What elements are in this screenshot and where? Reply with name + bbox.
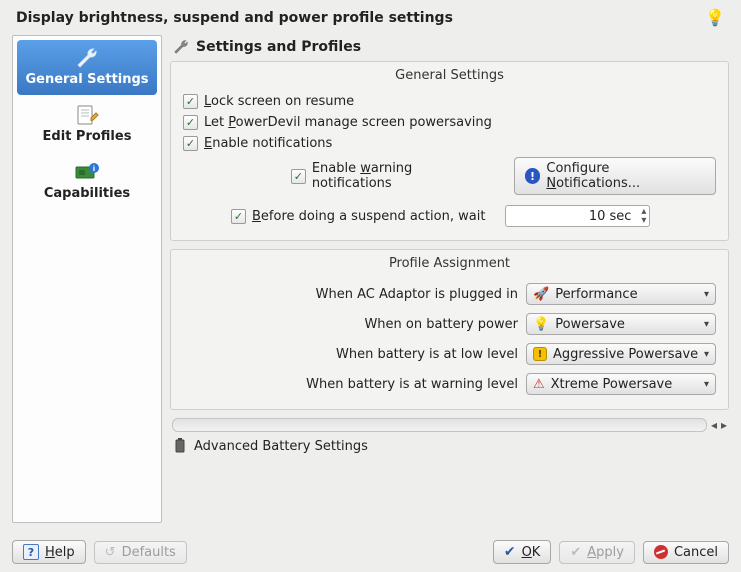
wrench-icon <box>172 39 190 55</box>
undo-icon: ↺ <box>105 545 116 560</box>
label-battery-low: When battery is at low level <box>183 347 518 362</box>
sidebar-item-label: General Settings <box>25 72 148 87</box>
sidebar: General Settings Edit Profiles i Capabil… <box>12 35 162 523</box>
section-title: Settings and Profiles <box>196 39 361 55</box>
page-title: Display brightness, suspend and power pr… <box>16 10 705 26</box>
label-enable-notifications: Enable notifications <box>204 136 332 151</box>
defaults-button[interactable]: ↺ Defaults <box>94 541 187 564</box>
select-battery-low[interactable]: ! Aggressive Powersave ▾ <box>526 343 716 365</box>
sidebar-item-general-settings[interactable]: General Settings <box>17 40 157 95</box>
select-value: Aggressive Powersave <box>553 347 698 362</box>
wrench-icon <box>73 46 101 70</box>
dialog-button-bar: ? Help ↺ Defaults ✔ OK ✔ Apply Cancel <box>0 531 741 572</box>
cancel-icon <box>654 545 668 559</box>
chevron-down-icon: ▾ <box>704 349 709 360</box>
label-suspend-wait: Before doing a suspend action, wait <box>252 209 485 224</box>
label-battery-warning: When battery is at warning level <box>183 377 518 392</box>
checkbox-lock-screen[interactable] <box>183 94 198 109</box>
document-pencil-icon <box>73 103 101 127</box>
select-value: Powersave <box>555 317 625 332</box>
checkbox-suspend-wait[interactable] <box>231 209 246 224</box>
info-icon: ! <box>525 168 541 184</box>
select-battery-warning[interactable]: ⚠ Xtreme Powersave ▾ <box>526 373 716 395</box>
help-button[interactable]: ? Help <box>12 540 86 564</box>
scroll-left-icon[interactable]: ◂ <box>711 418 717 432</box>
help-icon: ? <box>23 544 39 560</box>
label-ac-adaptor: When AC Adaptor is plugged in <box>183 287 518 302</box>
ok-button[interactable]: ✔ OK <box>493 540 552 564</box>
checkbox-powerdevil[interactable] <box>183 115 198 130</box>
checkbox-enable-notifications[interactable] <box>183 136 198 151</box>
lightbulb-icon: 💡 <box>533 317 549 332</box>
panel-title-profile: Profile Assignment <box>171 250 728 279</box>
apply-button[interactable]: ✔ Apply <box>559 541 635 564</box>
check-icon: ✔ <box>570 545 581 560</box>
general-settings-panel: General Settings Lock screen on resume L… <box>170 61 729 241</box>
hardware-info-icon: i <box>73 160 101 184</box>
sidebar-item-label: Edit Profiles <box>43 129 132 144</box>
chevron-down-icon: ▾ <box>704 319 709 330</box>
cancel-button[interactable]: Cancel <box>643 541 729 564</box>
chevron-down-icon: ▾ <box>704 379 709 390</box>
label-warning-notifications: Enable warning notifications <box>312 161 494 191</box>
chevron-down-icon: ▾ <box>704 289 709 300</box>
scroll-right-icon[interactable]: ▸ <box>721 418 727 432</box>
spinner-arrows-icon[interactable]: ▴▾ <box>641 207 646 225</box>
warning-icon: ! <box>533 347 547 361</box>
label-lock-screen: Lock screen on resume <box>204 94 354 109</box>
rocket-icon: 🚀 <box>533 287 549 302</box>
checkbox-warning-notifications[interactable] <box>291 169 306 184</box>
label-powerdevil: Let PowerDevil manage screen powersaving <box>204 115 492 130</box>
panel-title-general: General Settings <box>171 62 728 91</box>
select-ac-adaptor[interactable]: 🚀 Performance ▾ <box>526 283 716 305</box>
configure-notifications-button[interactable]: ! Configure Notifications... <box>514 157 716 195</box>
horizontal-scrollbar[interactable] <box>172 418 707 432</box>
select-battery-power[interactable]: 💡 Powersave ▾ <box>526 313 716 335</box>
advanced-battery-settings-label[interactable]: Advanced Battery Settings <box>194 439 368 454</box>
sidebar-item-capabilities[interactable]: i Capabilities <box>17 154 157 209</box>
select-value: Performance <box>555 287 637 302</box>
sidebar-item-label: Capabilities <box>44 186 130 201</box>
lightbulb-icon[interactable]: 💡 <box>705 8 725 27</box>
sidebar-item-edit-profiles[interactable]: Edit Profiles <box>17 97 157 152</box>
suspend-wait-spinbox[interactable]: 10 sec ▴▾ <box>505 205 650 227</box>
label-battery-power: When on battery power <box>183 317 518 332</box>
check-icon: ✔ <box>504 544 516 560</box>
suspend-wait-value: 10 sec <box>589 209 632 224</box>
alert-icon: ⚠ <box>533 377 545 392</box>
svg-text:i: i <box>93 165 95 173</box>
select-value: Xtreme Powersave <box>551 377 673 392</box>
battery-icon <box>174 438 186 454</box>
profile-assignment-panel: Profile Assignment When AC Adaptor is pl… <box>170 249 729 410</box>
